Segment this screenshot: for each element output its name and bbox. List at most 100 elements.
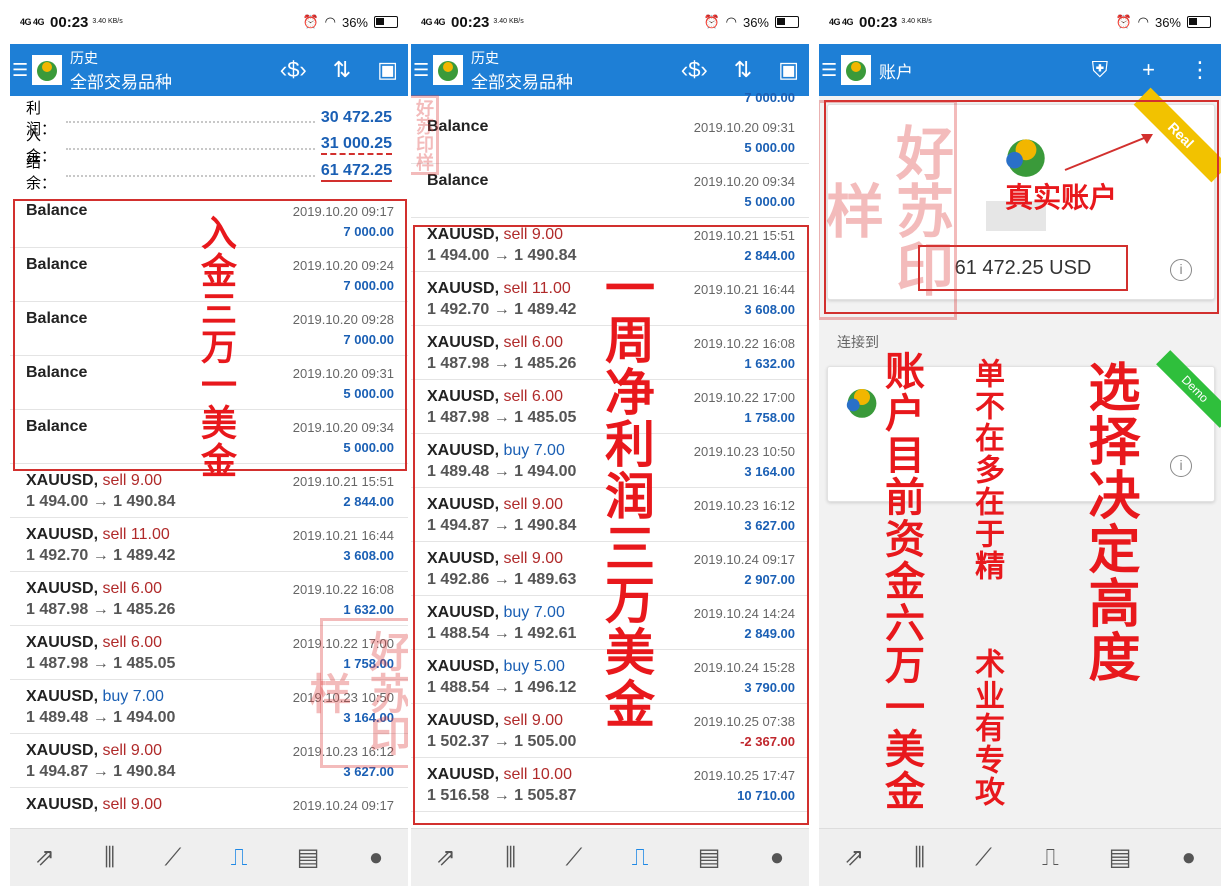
screen-title: 历史: [70, 49, 98, 66]
metatrader-logo: [433, 55, 463, 85]
trade-side: sell 6.00: [503, 334, 564, 351]
history-row[interactable]: XAUUSD, sell 6.00 1 487.98 → 1 485.05 2019…: [10, 626, 408, 680]
sort-icon[interactable]: ⇅: [734, 57, 752, 83]
price-range: 1 488.54 → 1 496.12: [427, 679, 577, 696]
network-indicator: 4G 4G: [829, 17, 854, 27]
trade-icon[interactable]: ⟋: [164, 844, 181, 872]
chat-icon[interactable]: ●: [369, 844, 384, 872]
metatrader-logo: [1006, 139, 1045, 177]
row-amount: 10 710.00: [737, 788, 795, 803]
row-symbol: XAUUSD, sell 6.00: [427, 334, 563, 352]
quotes-icon[interactable]: ⇗: [844, 843, 864, 872]
bottom-nav: ⇗ ⫼ ⟋ ⎍ ▤ ●: [819, 828, 1221, 886]
row-symbol: Balance: [427, 118, 488, 136]
history-icon[interactable]: ⎍: [231, 844, 248, 872]
motto-callout-2: 术业有专攻: [970, 648, 1003, 808]
balance-label: 结余：: [26, 153, 57, 192]
symbol-name: XAUUSD,: [427, 442, 500, 459]
news-icon[interactable]: ▤: [698, 843, 721, 872]
network-indicator: 4G 4G: [421, 17, 446, 27]
chat-icon[interactable]: ●: [1181, 844, 1196, 872]
symbol-name: XAUUSD,: [26, 472, 99, 489]
price-range: 1 502.37 → 1 505.00: [427, 733, 577, 750]
symbol-name: XAUUSD,: [26, 742, 99, 759]
history-row[interactable]: XAUUSD, sell 6.00 1 487.98 → 1 485.26 2019…: [10, 572, 408, 626]
row-date: 2019.10.20 09:17: [292, 204, 394, 219]
price-range: 1 492.70 → 1 489.42: [427, 301, 577, 318]
calendar-icon[interactable]: ▣: [778, 57, 799, 83]
balance-box: 61 472.25 USD: [918, 245, 1128, 291]
menu-icon[interactable]: ☰: [413, 60, 429, 81]
row-date: 2019.10.23 16:12: [292, 744, 394, 759]
trade-side: sell 11.00: [503, 280, 571, 297]
symbol-filter[interactable]: 全部交易品种: [471, 68, 573, 93]
price-range: 1 494.87 → 1 490.84: [427, 517, 577, 534]
currency-filter-icon[interactable]: ‹$›: [280, 57, 307, 83]
menu-icon[interactable]: ☰: [821, 60, 837, 81]
symbol-name: Balance: [26, 310, 88, 327]
summary-deposit: 入金： 31 000.25: [26, 127, 392, 165]
news-icon[interactable]: ▤: [297, 843, 320, 872]
row-amount: 5 000.00: [744, 194, 795, 209]
trade-side: sell 6.00: [503, 388, 564, 405]
battery-percent: 36%: [1154, 14, 1181, 30]
row-amount: 3 608.00: [343, 548, 394, 563]
history-icon[interactable]: ⎍: [632, 844, 649, 872]
more-icon[interactable]: ⋮: [1189, 57, 1211, 83]
menu-icon[interactable]: ☰: [12, 60, 28, 81]
price-range: 1 492.70 → 1 489.42: [26, 547, 176, 564]
news-icon[interactable]: ▤: [1109, 843, 1132, 872]
quotes-icon[interactable]: ⇗: [436, 843, 456, 872]
chart-icon[interactable]: ⫼: [914, 844, 925, 872]
symbol-name: XAUUSD,: [26, 526, 99, 543]
trade-side: sell 9.00: [503, 712, 564, 729]
row-symbol: Balance: [26, 310, 87, 328]
history-row[interactable]: Balance 2019.10.20 09:31 5 000.00: [411, 110, 809, 164]
info-icon[interactable]: i: [1170, 259, 1192, 281]
row-amount: 1 758.00: [343, 656, 394, 671]
chat-icon[interactable]: ●: [770, 844, 785, 872]
chart-icon[interactable]: ⫼: [505, 844, 516, 872]
metatrader-logo: [841, 55, 871, 85]
row-symbol: XAUUSD, buy 7.00: [427, 442, 565, 460]
row-symbol: XAUUSD, buy 7.00: [427, 604, 565, 622]
row-amount: 3 627.00: [343, 764, 394, 779]
history-row[interactable]: Balance 2019.10.20 09:34 5 000.00: [411, 164, 809, 218]
symbol-filter[interactable]: 全部交易品种: [70, 68, 172, 93]
row-date: 2019.10.22 16:08: [292, 582, 394, 597]
calendar-icon[interactable]: ▣: [377, 57, 398, 83]
history-row[interactable]: XAUUSD, sell 9.00 1 494.87 → 1 490.84 2019…: [10, 734, 408, 788]
add-account-icon[interactable]: +: [1142, 57, 1155, 83]
choice-callout: 选择决定高度: [1080, 360, 1138, 684]
row-date: 2019.10.21 16:44: [292, 528, 394, 543]
currency-filter-icon[interactable]: ‹$›: [681, 57, 708, 83]
sort-icon[interactable]: ⇅: [333, 57, 351, 83]
battery-icon: [1187, 16, 1211, 28]
row-date: 2019.10.22 17:00: [693, 390, 795, 405]
trade-side: sell 9.00: [503, 550, 564, 567]
history-row[interactable]: XAUUSD, buy 7.00 1 489.48 → 1 494.00 2019.…: [10, 680, 408, 734]
symbol-name: Balance: [26, 418, 88, 435]
alarm-icon: ⏰: [703, 14, 720, 29]
history-icon[interactable]: ⎍: [1042, 844, 1059, 872]
battery-percent: 36%: [341, 14, 368, 30]
trade-icon[interactable]: ⟋: [565, 844, 582, 872]
row-symbol: XAUUSD, sell 6.00: [26, 634, 162, 652]
chart-icon[interactable]: ⫼: [104, 844, 115, 872]
shield-icon[interactable]: ⛨: [1092, 57, 1109, 83]
trade-icon[interactable]: ⟋: [975, 844, 992, 872]
row-date: 2019.10.21 16:44: [693, 282, 795, 297]
price-range: 1 487.98 → 1 485.26: [427, 355, 577, 372]
row-amount: 3 790.00: [744, 680, 795, 695]
row-amount: 5 000.00: [343, 386, 394, 401]
row-date: 2019.10.20 09:28: [292, 312, 394, 327]
row-symbol: XAUUSD, buy 5.00: [427, 658, 565, 676]
callout-arrow: [1064, 134, 1153, 171]
history-row[interactable]: XAUUSD, sell 11.00 1 492.70 → 1 489.42 201…: [10, 518, 408, 572]
info-icon[interactable]: i: [1170, 455, 1192, 477]
wifi-icon: ◠: [324, 14, 336, 29]
net-speed: 3.40 KB/s: [901, 18, 932, 25]
quotes-icon[interactable]: ⇗: [35, 843, 55, 872]
history-row[interactable]: XAUUSD, sell 10.00 1 516.58 → 1 505.87 201…: [411, 758, 809, 812]
trade-side: sell 6.00: [102, 634, 163, 651]
